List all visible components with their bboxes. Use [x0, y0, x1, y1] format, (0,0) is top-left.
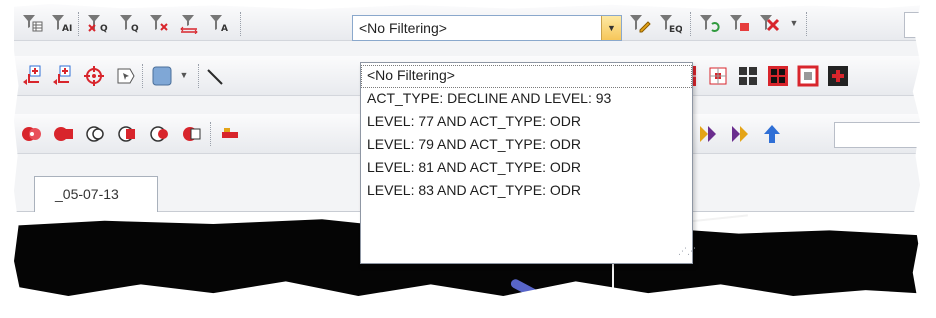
object-red-icon[interactable] — [20, 122, 44, 146]
toolbar-search-input[interactable] — [834, 122, 920, 148]
filter-option[interactable]: ACT_TYPE: DECLINE AND LEVEL: 93 — [361, 88, 692, 111]
chevron-down-icon[interactable]: ▼ — [178, 70, 190, 82]
svg-text:AI: AI — [62, 24, 72, 34]
grid-outline-icon[interactable] — [796, 64, 820, 88]
move-down-icon[interactable] — [20, 64, 44, 88]
filter-select-value: <No Filtering> — [359, 20, 447, 36]
toolbar-overflow-icon[interactable]: ▼ — [788, 18, 800, 30]
filter-apply-icon[interactable]: A — [208, 11, 232, 35]
line-tool-icon[interactable] — [204, 64, 228, 88]
filter-select[interactable]: <No Filtering> ▼ — [352, 15, 622, 41]
screenshot-card: AI Q Q A <No Filtering> ▼ EQ ▼ ▼ _05-07-… — [14, 4, 920, 296]
grid-split-icon[interactable] — [736, 64, 760, 88]
filter-delete-icon[interactable] — [758, 11, 782, 35]
toolbar-separator — [198, 64, 200, 88]
resize-grip-icon[interactable]: ⋰⋰ — [678, 247, 696, 259]
filter-manager-icon[interactable]: EQ — [658, 11, 682, 35]
object-red-square-icon[interactable] — [52, 122, 76, 146]
target-icon[interactable] — [82, 64, 106, 88]
chevron-down-icon[interactable]: ▼ — [601, 16, 621, 40]
grid-cross-icon[interactable] — [826, 64, 850, 88]
filter-edit-icon[interactable] — [628, 11, 652, 35]
svg-text:A: A — [221, 24, 228, 34]
toolbar-separator — [240, 12, 242, 36]
toolbar-separator — [806, 12, 808, 36]
object-split-icon[interactable] — [116, 122, 140, 146]
object-half-icon[interactable] — [148, 122, 172, 146]
filter-toolbar: AI Q Q A <No Filtering> ▼ EQ ▼ — [14, 4, 920, 41]
select-cursor-icon[interactable] — [114, 64, 138, 88]
filter-selection-icon[interactable]: Q — [118, 11, 142, 35]
toolbar-separator — [78, 12, 80, 36]
filter-option[interactable]: LEVEL: 81 AND ACT_TYPE: ODR — [361, 157, 692, 180]
object-fill-icon[interactable] — [180, 122, 204, 146]
toolbar-separator — [210, 122, 212, 146]
arrow-up-icon[interactable] — [760, 122, 784, 146]
grid-dark-icon[interactable] — [766, 64, 790, 88]
filter-option[interactable]: LEVEL: 77 AND ACT_TYPE: ODR — [361, 111, 692, 134]
svg-text:Q: Q — [131, 24, 139, 34]
filter-swap-icon[interactable] — [178, 11, 202, 35]
flag-left-icon[interactable] — [696, 122, 720, 146]
toolbar-separator — [690, 12, 692, 36]
filter-dropdown-list: <No Filtering> ACT_TYPE: DECLINE AND LEV… — [360, 62, 696, 264]
filter-clear-icon[interactable] — [148, 11, 172, 35]
color-swatch-icon[interactable] — [150, 64, 174, 88]
filter-refresh-icon[interactable] — [698, 11, 722, 35]
tab-document[interactable]: _05-07-13 — [34, 176, 158, 212]
svg-text:EQ: EQ — [669, 25, 682, 34]
svg-text:Q: Q — [100, 24, 108, 34]
filter-option[interactable]: LEVEL: 79 AND ACT_TYPE: ODR — [361, 134, 692, 157]
object-outline-icon[interactable] — [84, 122, 108, 146]
bar-red-icon[interactable] — [218, 122, 242, 146]
flag-right-icon[interactable] — [728, 122, 752, 146]
filter-table-icon[interactable] — [20, 11, 44, 35]
toolbar-separator — [142, 64, 144, 88]
filter-all-icon[interactable]: AI — [50, 11, 74, 35]
filter-layer-icon[interactable] — [728, 11, 752, 35]
filter-option[interactable]: LEVEL: 83 AND ACT_TYPE: ODR — [361, 180, 692, 203]
filter-remove-selection-icon[interactable]: Q — [86, 11, 110, 35]
grid-small-icon[interactable] — [706, 64, 730, 88]
toolbar-field-partial[interactable] — [904, 12, 920, 38]
move-up-icon[interactable] — [50, 64, 74, 88]
filter-option[interactable]: <No Filtering> — [361, 65, 692, 88]
